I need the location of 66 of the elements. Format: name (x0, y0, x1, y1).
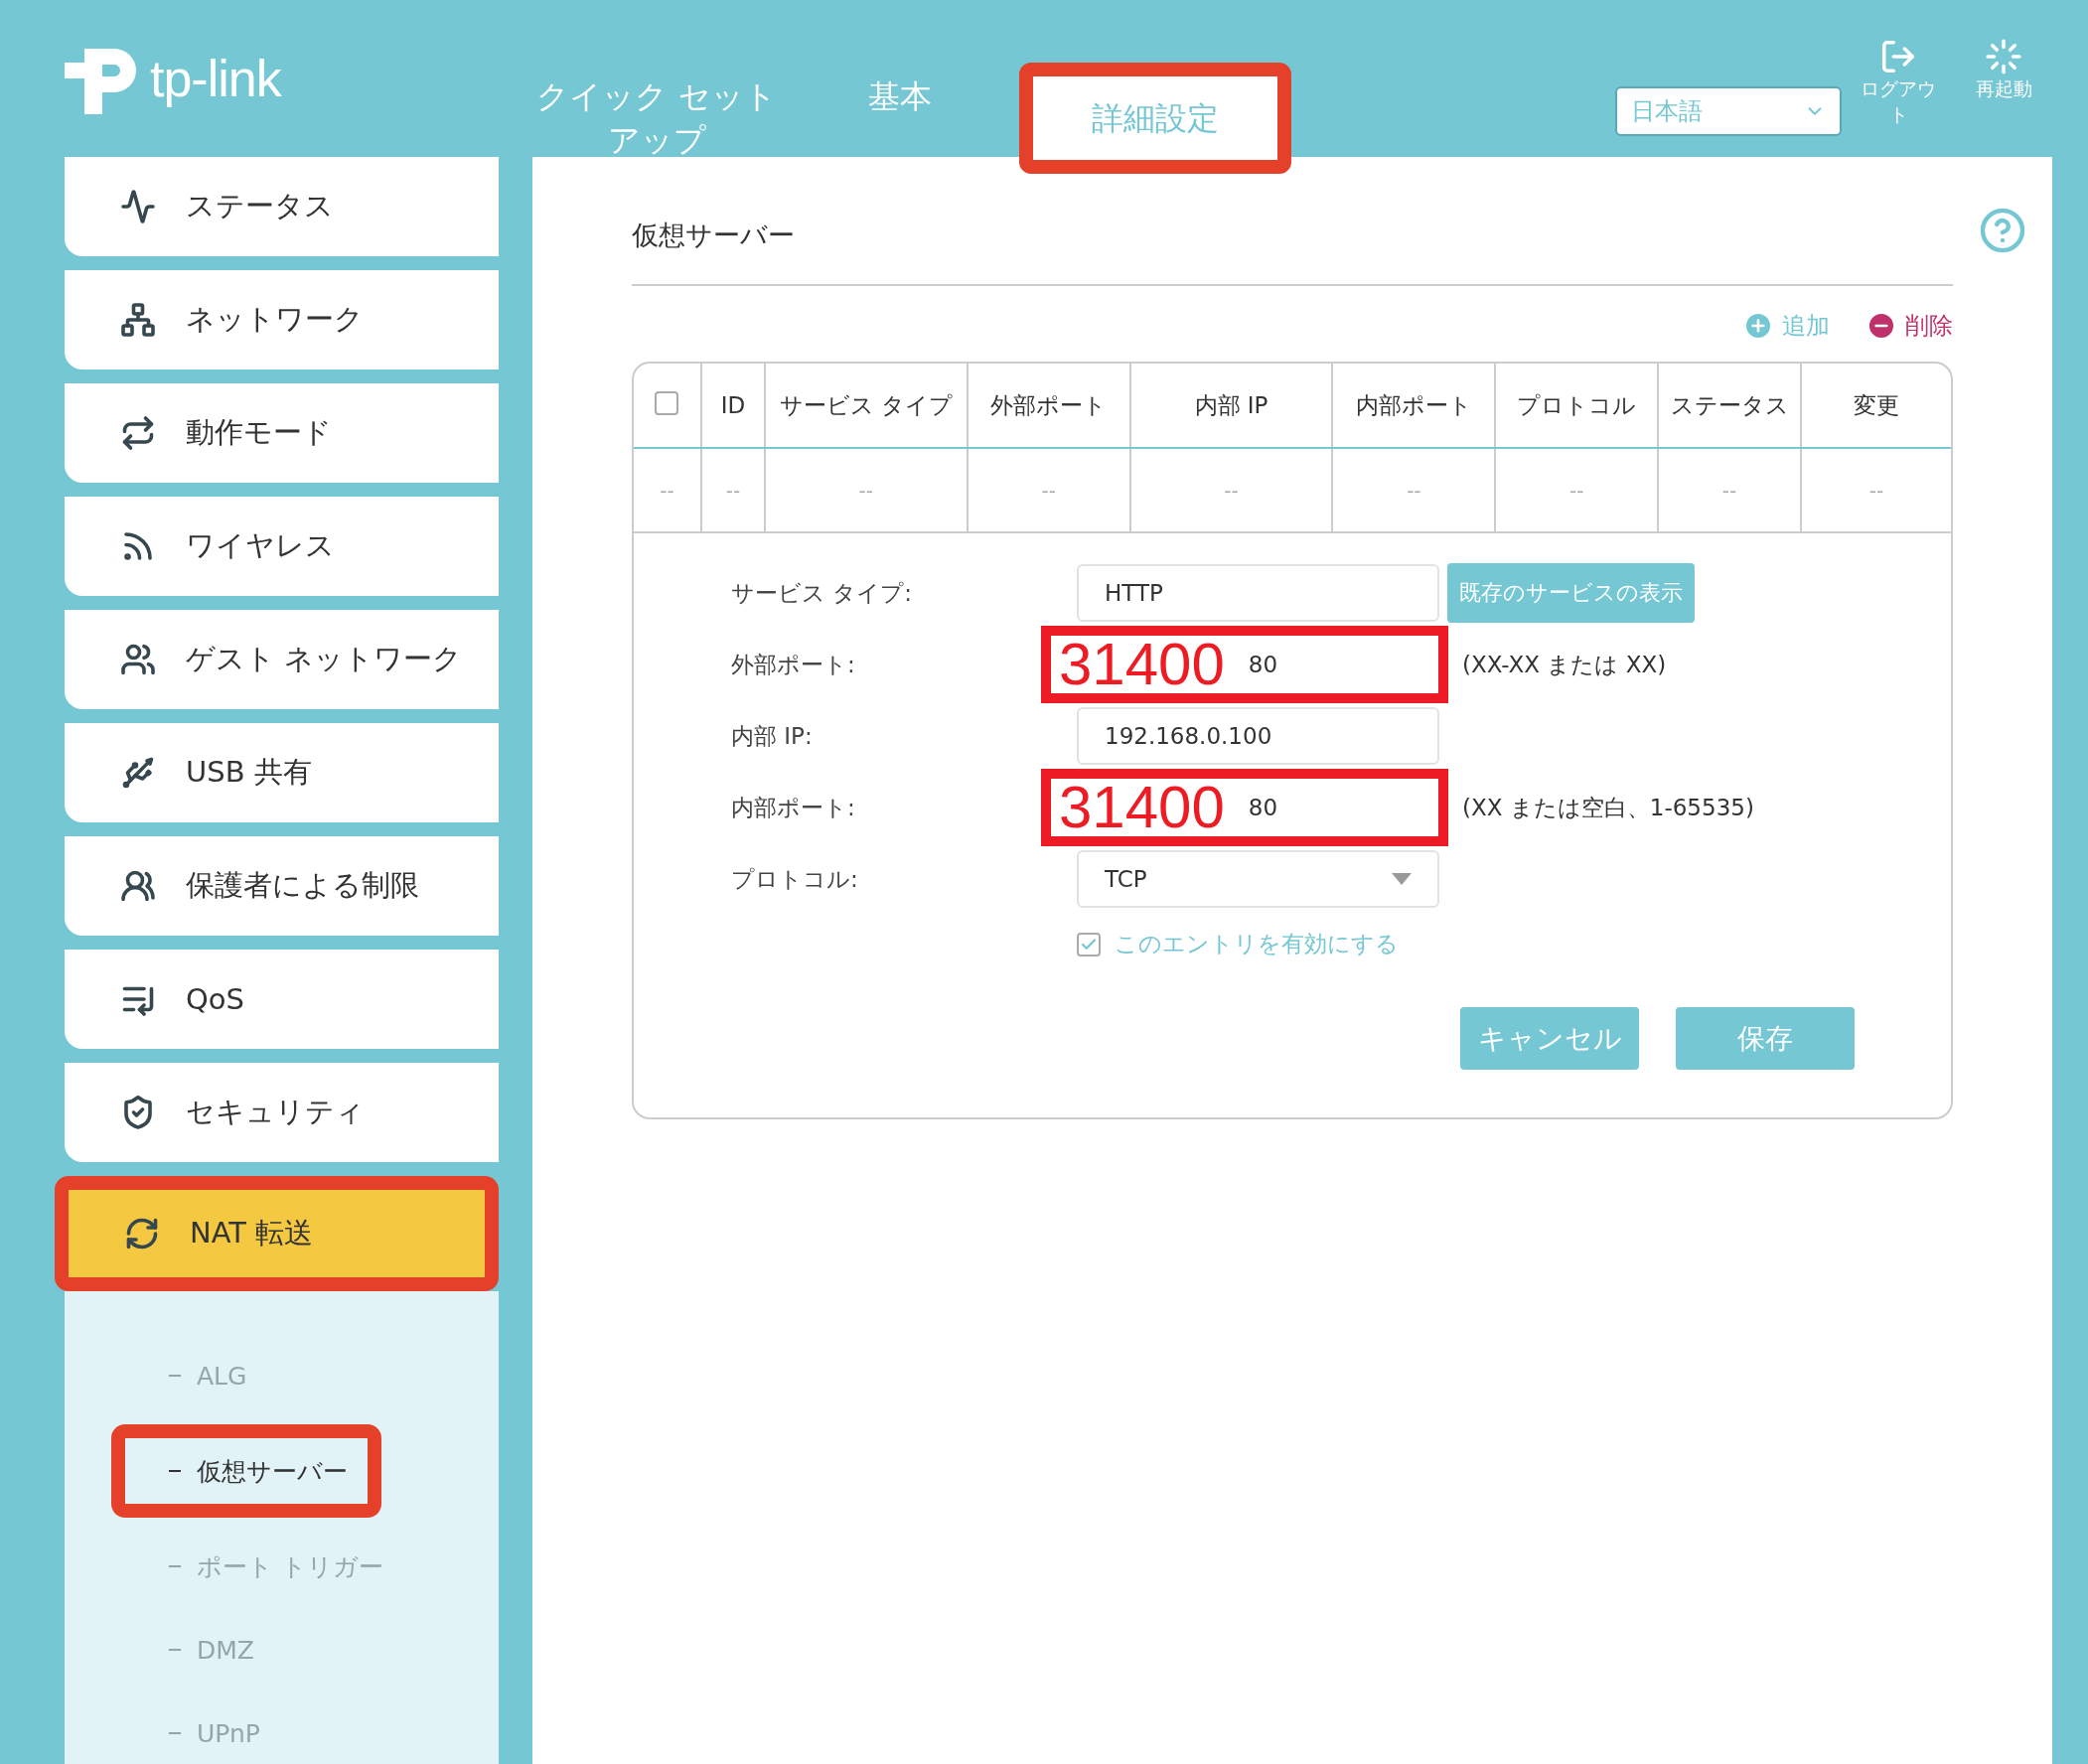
field-hint: (XX-XX または XX) (1462, 650, 1667, 679)
checkbox[interactable] (655, 390, 679, 415)
checkbox[interactable] (1077, 932, 1101, 956)
input-field[interactable]: HTTP (1077, 564, 1439, 622)
usb-icon (120, 755, 156, 791)
field-value: 80 (1248, 652, 1278, 677)
sidebar-item[interactable]: QoS (65, 950, 499, 1049)
people-icon (120, 642, 156, 677)
table-cell: -- (1801, 448, 1951, 532)
annotation-text: 31400 (1059, 778, 1225, 837)
table-cell: -- (1658, 448, 1802, 532)
column-header: ID (700, 364, 765, 448)
input-field[interactable]: 192.168.0.100 (1077, 707, 1439, 765)
table-cell: -- (634, 448, 701, 532)
network-icon (120, 302, 156, 338)
input-field[interactable]: 31400 80 (1041, 769, 1448, 846)
pulse-icon (120, 189, 156, 224)
caret-icon (1392, 873, 1412, 885)
delete-button[interactable]: 削除 (1865, 310, 1953, 342)
column-header: サービス タイプ (764, 364, 968, 448)
sidebar-item[interactable]: ゲスト ネットワーク (65, 610, 499, 709)
column-header: ステータス (1658, 364, 1802, 448)
logout-icon (1879, 38, 1917, 75)
sidebar-item[interactable]: ワイヤレス (65, 497, 499, 596)
column-header: 内部 IP (1129, 364, 1333, 448)
spinner-icon (1985, 38, 2022, 75)
dash-icon (169, 1565, 181, 1567)
table-cell: -- (1495, 448, 1659, 532)
table-cell: -- (1129, 448, 1333, 532)
sidebar-item[interactable]: USB 共有 (65, 723, 499, 822)
field-value: 80 (1248, 795, 1278, 820)
table-cell: -- (967, 448, 1130, 532)
column-header: 変更 (1801, 364, 1951, 448)
dash-icon (169, 1470, 181, 1472)
protocol-select[interactable]: TCP (1077, 850, 1439, 908)
swap-arrows-icon (120, 415, 156, 451)
family-icon (120, 868, 156, 904)
sidebar-item[interactable]: 保護者による制限 (65, 836, 499, 936)
table-cell: -- (764, 448, 968, 532)
dash-icon (169, 1732, 181, 1734)
dash-icon (169, 1375, 181, 1377)
annotation-text: 31400 (1059, 635, 1225, 694)
field-hint: (XX または空白、1-65535) (1462, 793, 1754, 822)
column-header: 外部ポート (967, 364, 1130, 448)
checkbox-label: このエントリを有効にする (1115, 930, 1399, 958)
column-header: 内部ポート (1332, 364, 1496, 448)
sidebar-item[interactable]: ステータス (65, 157, 499, 256)
dash-icon (169, 1649, 181, 1651)
sidebar-item[interactable]: NAT 転送 (55, 1176, 499, 1291)
page-title: 仮想サーバー (632, 219, 795, 252)
field-label: 内部 IP: (731, 721, 814, 751)
circular-arrows-icon (124, 1216, 160, 1251)
field-label: プロトコル: (731, 864, 859, 894)
table-cell: -- (700, 448, 765, 532)
sidebar-item[interactable]: セキュリティ (65, 1063, 499, 1162)
field-label: サービス タイプ: (731, 578, 914, 608)
logo-text: tp-link (150, 49, 281, 108)
sidebar-item[interactable]: 動作モード (65, 383, 499, 483)
table-cell: -- (1332, 448, 1496, 532)
field-label: 内部ポート: (731, 793, 856, 822)
help-icon[interactable] (1979, 207, 2026, 254)
column-header: プロトコル (1495, 364, 1659, 448)
field-label: 外部ポート: (731, 650, 856, 679)
submenu-item[interactable]: 仮想サーバー (111, 1424, 381, 1518)
sidebar-item[interactable]: ネットワーク (65, 270, 499, 369)
input-field[interactable]: 31400 80 (1041, 626, 1448, 703)
